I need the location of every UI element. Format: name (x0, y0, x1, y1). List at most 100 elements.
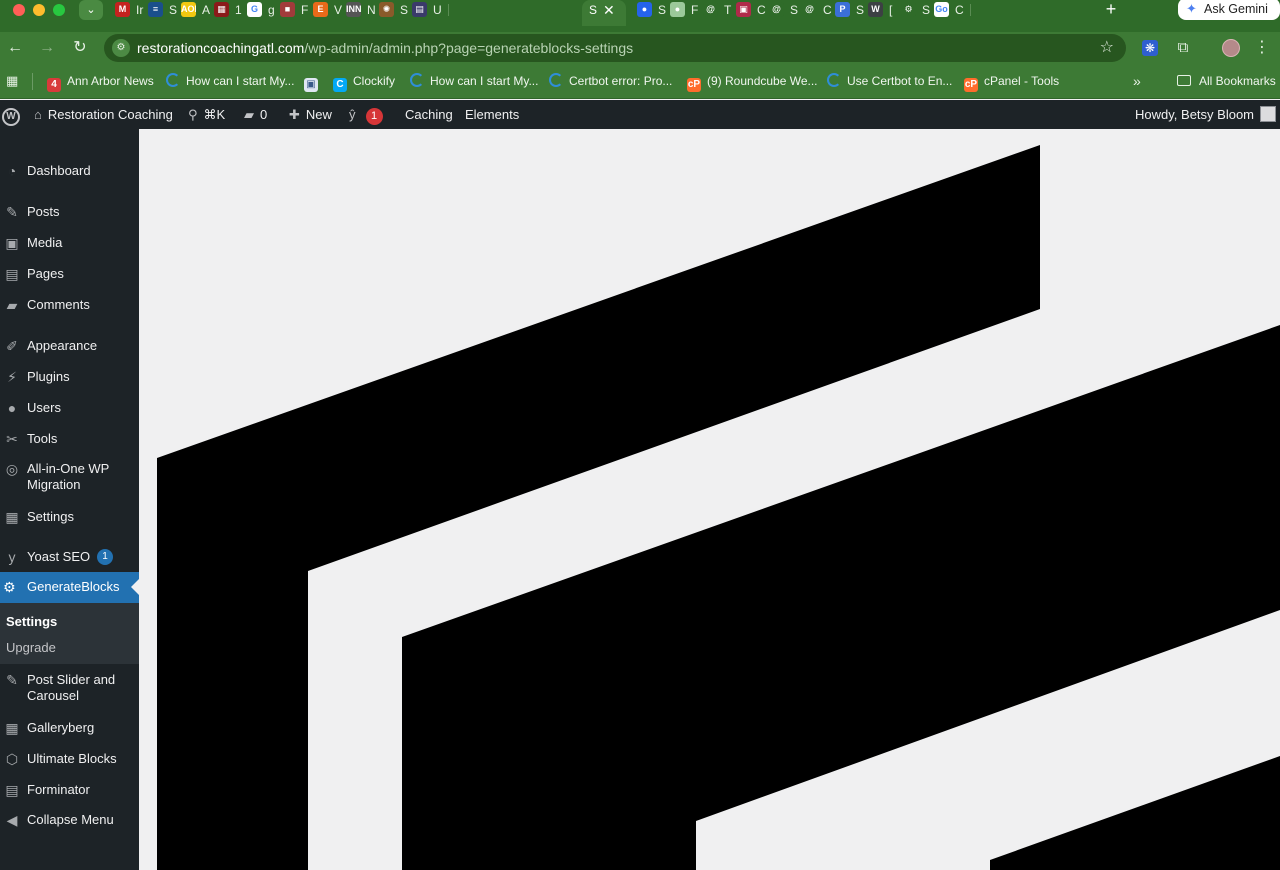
sidebar-item-pages[interactable]: ▤ Pages (0, 266, 139, 282)
sidebar-item-tools[interactable]: ✂ Tools (0, 431, 139, 447)
window-close-button[interactable] (13, 4, 25, 16)
all-bookmarks-label: All Bookmarks (1199, 74, 1276, 88)
sidebar-item-generateblocks[interactable]: ⚙ GenerateBlocks (0, 572, 139, 603)
comments-link[interactable]: ▰ 0 (244, 100, 267, 129)
sidebar-item-galleryberg[interactable]: ▦ Galleryberg (0, 720, 139, 736)
browser-tab[interactable]: Gg (247, 0, 284, 20)
sidebar-item-dashboard[interactable]: ◔ Dashboard (0, 163, 139, 179)
sidebar-item-users[interactable]: ● Users (0, 400, 139, 416)
profile-photo-icon: ■ (280, 2, 295, 17)
url-text[interactable]: restorationcoachingatl.com/wp-admin/admi… (137, 34, 633, 62)
command-search-button[interactable]: ⚲ ⌘K (188, 100, 225, 129)
address-bar[interactable]: ⚙ restorationcoachingatl.com/wp-admin/ad… (104, 34, 1126, 62)
browser-tab[interactable]: W[ (868, 0, 905, 20)
bookmark-item[interactable]: Certbot error: Pro... (549, 64, 672, 98)
browser-tab[interactable]: ▣ C (736, 0, 773, 20)
browser-tab[interactable]: EV (313, 0, 350, 20)
browser-tab[interactable]: @ C (802, 0, 839, 20)
sidebar-item-label: Users (27, 400, 61, 415)
sidebar-item-ultimate-blocks[interactable]: ⬡ Ultimate Blocks (0, 751, 139, 767)
extension-icon[interactable]: ❋ (1142, 40, 1158, 56)
account-menu[interactable]: Howdy, Betsy Bloom (1135, 100, 1276, 129)
ask-gemini-button[interactable]: ✦ Ask Gemini (1178, 0, 1280, 20)
more-bookmarks-chevron[interactable]: » (1133, 64, 1141, 98)
forward-arrow-icon[interactable]: → (37, 38, 57, 58)
loading-arc-icon (410, 73, 424, 87)
generateblocks-submenu: Settings Upgrade (0, 603, 139, 664)
browser-tab[interactable]: INN N (346, 0, 383, 20)
browser-tab[interactable]: @ S (769, 0, 806, 20)
extensions-puzzle-icon[interactable]: ⧉ (1175, 40, 1191, 56)
sidebar-item-comments[interactable]: ▰ Comments (0, 297, 139, 313)
tab-active[interactable]: S ✕ (582, 0, 626, 26)
sidebar-item-plugins[interactable]: ⚡ Plugins (0, 369, 139, 385)
bookmark-item[interactable]: C Clockify (333, 64, 395, 98)
sidebar-item-media[interactable]: ▣ Media (0, 235, 139, 251)
browser-tab[interactable]: ▦ 1 (214, 0, 251, 20)
sidebar-item-all-in-one-wp-migration[interactable]: ◎ All-in-One WP Migration (0, 461, 139, 495)
bookmark-item[interactable]: 4 Ann Arbor News (47, 64, 154, 98)
browser-tab[interactable]: AOL A (181, 0, 218, 20)
sidebar-item-label: Tools (27, 431, 58, 446)
sidebar-item-label: Galleryberg (27, 720, 95, 735)
sidebar-item-forminator[interactable]: ▤ Forminator (0, 782, 139, 798)
browser-tab[interactable]: Go C (934, 0, 971, 20)
tab-title: T (724, 3, 732, 17)
browser-tab[interactable]: ▤ U (412, 0, 449, 20)
sidebar-item-settings[interactable]: ▦ Settings (0, 509, 139, 525)
browser-tab[interactable]: ≡ S (148, 0, 185, 20)
browser-tab[interactable]: ● S (637, 0, 674, 20)
bookmark-item[interactable]: ▣ (304, 64, 324, 98)
submenu-settings-link[interactable]: Settings (6, 614, 57, 629)
sidebar-item-post-slider-and-carousel[interactable]: ✎ Post Slider and Carousel (0, 672, 139, 706)
browser-tab[interactable]: PS (835, 0, 872, 20)
browser-tab[interactable]: ✺ S (379, 0, 416, 20)
wordpress-logo-icon: W (2, 108, 20, 126)
sidebar-item-collapse-menu[interactable]: ◀ Collapse Menu (0, 812, 139, 828)
back-arrow-icon[interactable]: ← (5, 38, 25, 58)
browser-tab[interactable]: ● F (670, 0, 707, 20)
browser-tab[interactable]: @ T (703, 0, 740, 20)
browser-tab[interactable]: M Ir (115, 0, 152, 20)
new-content-button[interactable]: ✚ New (289, 100, 332, 129)
window-minimize-button[interactable] (33, 4, 45, 16)
reload-icon[interactable]: ↻ (70, 38, 90, 58)
bookmark-item[interactable]: Use Certbot to En... (827, 64, 952, 98)
tab-title: g (268, 3, 275, 17)
tab-title: S (922, 3, 931, 17)
new-tab-button[interactable]: + (1101, 0, 1121, 20)
site-info-icon[interactable]: ⚙ (112, 39, 130, 57)
bookmark-item[interactable]: cP (9) Roundcube We... (687, 64, 818, 98)
sidebar-item-label: Pages (27, 266, 64, 281)
bookmark-item[interactable]: How can I start My... (410, 64, 538, 98)
all-bookmarks-button[interactable]: All Bookmarks (1177, 64, 1276, 98)
settings-icon: ▦ (5, 509, 19, 525)
window-maximize-button[interactable] (53, 4, 65, 16)
sidebar-item-yoast-seo[interactable]: y Yoast SEO 1 (0, 549, 139, 565)
browser-tab[interactable]: ⚙ S (901, 0, 938, 20)
bookmark-star-icon[interactable]: ☆ (1100, 34, 1114, 62)
wordpress-logo-button[interactable]: W (2, 100, 20, 129)
elements-menu-link[interactable]: Elements (465, 100, 519, 129)
submenu-upgrade-link[interactable]: Upgrade (6, 640, 56, 655)
bookmark-item[interactable]: cP cPanel - Tools (964, 64, 1059, 98)
profile-avatar[interactable] (1222, 39, 1240, 57)
user-avatar (1260, 106, 1276, 122)
comment-bubble-icon: ▰ (244, 107, 254, 122)
caching-menu-link[interactable]: Caching (405, 100, 453, 129)
new-content-label: New (305, 107, 332, 122)
bookmarks-bar: ▦ 4 Ann Arbor News How can I start My... ▣ C… (0, 64, 1280, 99)
sidebar-item-appearance[interactable]: ✐ Appearance (0, 338, 139, 354)
tab-search-chevron-icon[interactable]: ⌄ (79, 0, 103, 20)
news-icon: INN (346, 2, 361, 17)
tab-title: C (955, 3, 964, 17)
tab-close-icon[interactable]: ✕ (603, 0, 615, 20)
yoast-menu-button[interactable]: ŷ1 (349, 100, 383, 129)
apps-grid-icon[interactable]: ▦ (6, 74, 20, 88)
at-sign-icon: @ (703, 2, 718, 17)
browser-tab[interactable]: ■ F (280, 0, 317, 20)
bookmark-item[interactable]: How can I start My... (166, 64, 294, 98)
site-name-link[interactable]: ⌂ Restoration Coaching (34, 100, 173, 129)
sidebar-item-posts[interactable]: ✎ Posts (0, 204, 139, 220)
browser-menu-icon[interactable]: ⋮ (1254, 38, 1270, 58)
